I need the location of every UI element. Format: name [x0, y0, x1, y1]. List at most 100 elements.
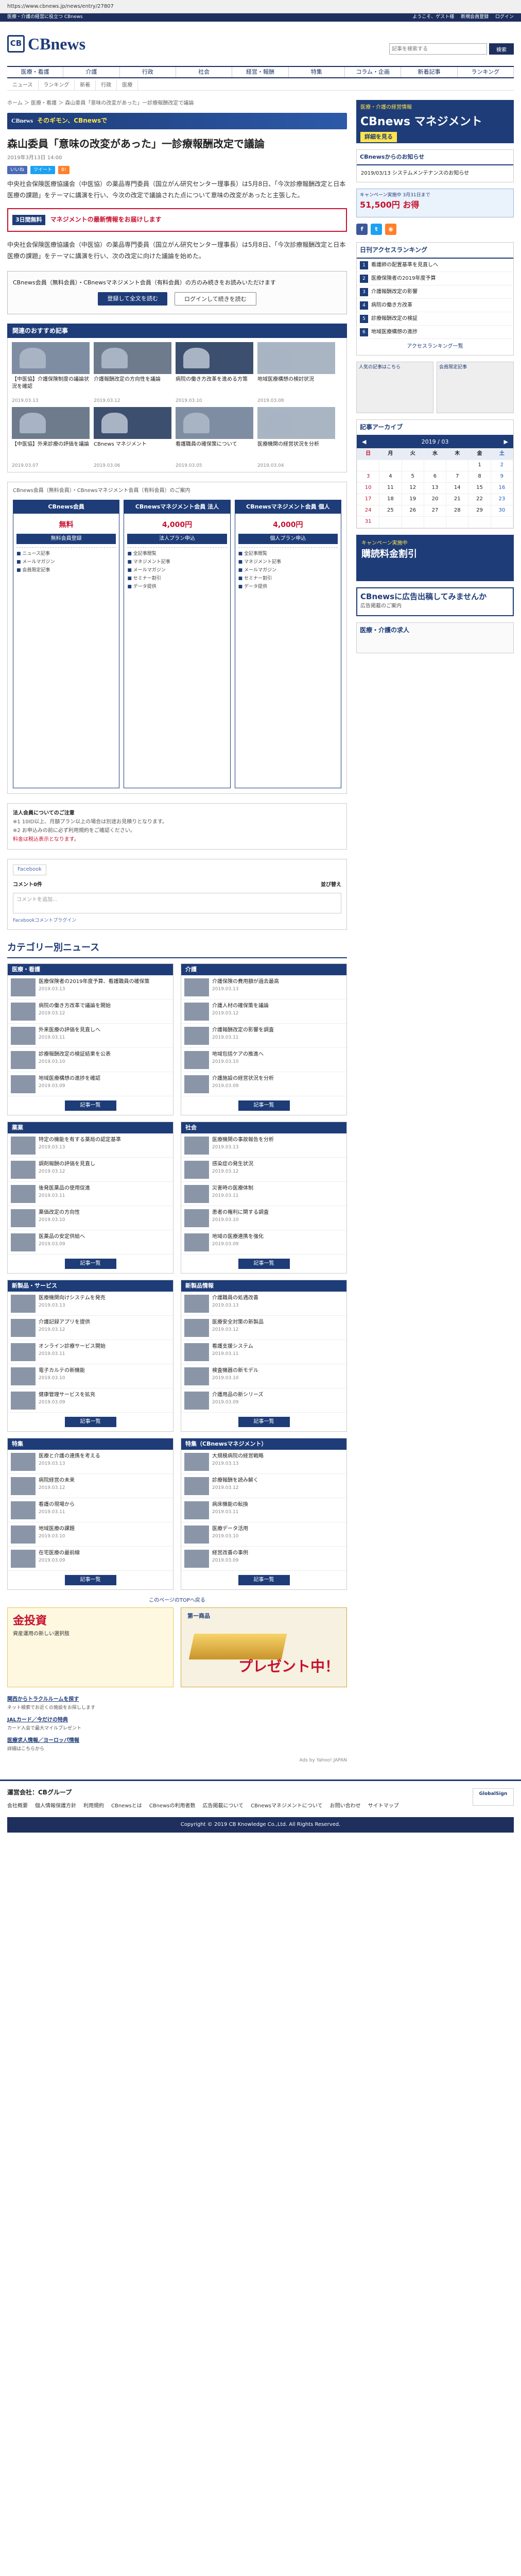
management-banner-button[interactable]: 詳細を見る [360, 132, 397, 143]
facebook-tab[interactable]: Facebook [13, 865, 46, 875]
related-card[interactable]: 医療機関の経営状況を分析 2019.03.04 [257, 406, 335, 468]
comment-input[interactable]: コメントを追加... [13, 893, 341, 914]
calendar-day[interactable]: 5 [401, 471, 424, 483]
category-more-button[interactable]: 記事一覧 [238, 1416, 290, 1427]
category-item[interactable]: 診療報酬を読み解く 2019.03.12 [181, 1474, 346, 1498]
footer-link[interactable]: CBnewsとは [111, 1803, 142, 1810]
ranking-more-link[interactable]: アクセスランキング一覧 [357, 339, 513, 355]
register-link[interactable]: 新規会員登録 [461, 14, 489, 20]
calendar-day[interactable]: 7 [446, 471, 469, 483]
footer-link[interactable]: 利用規約 [83, 1803, 104, 1810]
related-card[interactable]: CBnews マネジメント 2019.03.06 [94, 406, 171, 468]
comment-sort[interactable]: 並び替え [321, 882, 341, 889]
job-banner[interactable]: 医療・介護の求人 [356, 622, 514, 654]
category-item[interactable]: 介護施設の経営状況を分析 2019.03.09 [181, 1072, 346, 1096]
category-box-title[interactable]: 新製品情報 [181, 1280, 346, 1292]
category-item[interactable]: 大規模病院の経営戦略 2019.03.13 [181, 1450, 346, 1474]
info-text[interactable]: 2019/03/13 システムメンテナンスのお知らせ [357, 165, 513, 182]
subnav-item[interactable]: 医療 [117, 80, 138, 90]
category-more-button[interactable]: 記事一覧 [64, 1574, 116, 1585]
page-top-link[interactable]: このページのTOPへ戻る [7, 1597, 347, 1605]
calendar-day[interactable]: 31 [356, 516, 380, 529]
footer-link[interactable]: 個人情報保護方針 [35, 1803, 76, 1810]
footer-link[interactable]: CBnewsの利用者数 [149, 1803, 196, 1810]
category-item[interactable]: 健康管理サービスを拡充 2019.03.09 [8, 1388, 173, 1413]
nav-item[interactable]: 介護 [63, 67, 120, 77]
category-item[interactable]: 電子カルテの新機能 2019.03.10 [8, 1364, 173, 1388]
register-read-button[interactable]: 登録して全文を読む [98, 292, 167, 306]
facebook-icon[interactable]: f [356, 223, 368, 235]
related-card[interactable]: 【中医協】外来診療の評価を議論 2019.03.07 [12, 406, 90, 468]
related-card[interactable]: 介護報酬改定の方向性を議論 2019.03.12 [94, 342, 171, 403]
category-item[interactable]: 病床機能の転換 2019.03.11 [181, 1498, 346, 1522]
category-item[interactable]: 地域の医療連携を強化 2019.03.09 [181, 1230, 346, 1255]
calendar-day[interactable]: 16 [490, 482, 514, 495]
ad-placement-banner[interactable]: CBnewsに広告出稿してみませんか 広告掲載のご案内 [356, 587, 514, 617]
hatena-button[interactable]: B! [58, 166, 70, 174]
login-link[interactable]: ログイン [495, 14, 514, 20]
calendar-day[interactable]: 28 [446, 505, 469, 517]
category-more-button[interactable]: 記事一覧 [238, 1258, 290, 1269]
category-item[interactable]: 災害時の医療体制 2019.03.11 [181, 1182, 346, 1206]
calendar-day[interactable]: 4 [379, 471, 402, 483]
calendar-day[interactable]: 14 [446, 482, 469, 495]
facebook-like-button[interactable]: いいね [7, 166, 28, 174]
related-card[interactable]: 病院の働き方改革を進める方策 2019.03.10 [176, 342, 253, 403]
category-item[interactable]: 在宅医療の最前線 2019.03.09 [8, 1547, 173, 1571]
category-item[interactable]: 介護報酬改定の影響を調査 2019.03.11 [181, 1024, 346, 1048]
ad-banner-present[interactable]: 第一商品 プレゼント中！ [181, 1607, 347, 1688]
category-item[interactable]: 医療保険者の2019年度予算、看護職員の確保策 2019.03.13 [8, 975, 173, 999]
related-card[interactable]: 地域医療構想の検討状況 2019.03.08 [257, 342, 335, 403]
calendar-day[interactable]: 12 [401, 482, 424, 495]
category-item[interactable]: 特定の機能を有する薬局の認定基準 2019.03.13 [8, 1133, 173, 1158]
plan-signup-button[interactable]: 法人プラン申込 [127, 533, 227, 544]
promo-banner[interactable]: 3日間無料 マネジメントの最新情報をお届けします [7, 208, 347, 232]
category-item[interactable]: 病院経営の未来 2019.03.12 [8, 1474, 173, 1498]
search-input[interactable] [389, 43, 487, 55]
campaign-banner-2[interactable]: キャンペーン実施中 購読料金割引 [356, 535, 514, 582]
nav-item[interactable]: 医療・看護 [7, 67, 64, 77]
globalsign-badge[interactable]: GlobalSign [473, 1788, 514, 1806]
category-item[interactable]: 介護職員の処遇改善 2019.03.13 [181, 1292, 346, 1316]
related-card[interactable]: 看護職員の確保策について 2019.03.05 [176, 406, 253, 468]
calendar-day[interactable]: 13 [423, 482, 447, 495]
category-item[interactable]: 医療安全対策の新製品 2019.03.12 [181, 1316, 346, 1340]
footer-link[interactable]: サイトマップ [368, 1803, 399, 1810]
nav-item[interactable]: コラム・企画 [345, 67, 402, 77]
nav-item[interactable]: 経営・報酬 [232, 67, 289, 77]
prev-month-icon[interactable]: ◀ [362, 438, 366, 446]
category-item[interactable]: 地域医療の課題 2019.03.10 [8, 1522, 173, 1547]
ranking-item[interactable]: 2 医療保険者の2019年度予算 [357, 272, 513, 286]
category-more-button[interactable]: 記事一覧 [238, 1100, 290, 1111]
plan-signup-button[interactable]: 個人プラン申込 [238, 533, 338, 544]
related-card[interactable]: 【中医協】介護保険制度の議論状況を確認 2019.03.13 [12, 342, 90, 403]
calendar-day[interactable]: 25 [379, 505, 402, 517]
nav-item[interactable]: 行政 [120, 67, 176, 77]
footer-link[interactable]: 会社概要 [7, 1803, 28, 1810]
footer-link[interactable]: CBnewsマネジメントについて [251, 1803, 322, 1810]
subnav-item[interactable]: ニュース [7, 80, 39, 90]
calendar-day[interactable]: 27 [423, 505, 447, 517]
calendar-day[interactable]: 9 [490, 471, 514, 483]
category-box-title[interactable]: 介護 [181, 963, 346, 975]
calendar-day[interactable]: 10 [356, 482, 380, 495]
cbnews-banner[interactable]: CBnews そのギモン、CBnewsで [7, 112, 347, 129]
footer-link[interactable]: 広告掲載について [202, 1803, 244, 1810]
campaign-banner[interactable]: キャンペーン実施中 3月31日まで 51,500円 お得 [356, 188, 514, 217]
side-ad[interactable]: 会員限定記事 [437, 361, 514, 413]
category-box-title[interactable]: 特集 [8, 1438, 173, 1450]
category-item[interactable]: 医療機関向けシステムを発売 2019.03.13 [8, 1292, 173, 1316]
rss-icon[interactable]: ◉ [385, 223, 396, 235]
calendar-day[interactable]: 3 [356, 471, 380, 483]
category-item[interactable]: 地域包括ケアの推進へ 2019.03.10 [181, 1048, 346, 1072]
subnav-item[interactable]: ランキング [39, 80, 75, 90]
address-bar[interactable]: https://www.cbnews.jp/news/entry/27807 [0, 0, 521, 13]
search-button[interactable]: 検索 [489, 43, 514, 55]
side-ad[interactable]: 人気の記事はこちら [356, 361, 433, 413]
category-item[interactable]: 看護支援システム 2019.03.11 [181, 1340, 346, 1364]
category-box-title[interactable]: 社会 [181, 1122, 346, 1133]
category-item[interactable]: 医療データ活用 2019.03.10 [181, 1522, 346, 1547]
logo[interactable]: CB CBnews [7, 32, 85, 56]
category-item[interactable]: 調剤報酬の評価を見直し 2019.03.12 [8, 1158, 173, 1182]
category-more-button[interactable]: 記事一覧 [64, 1416, 116, 1427]
